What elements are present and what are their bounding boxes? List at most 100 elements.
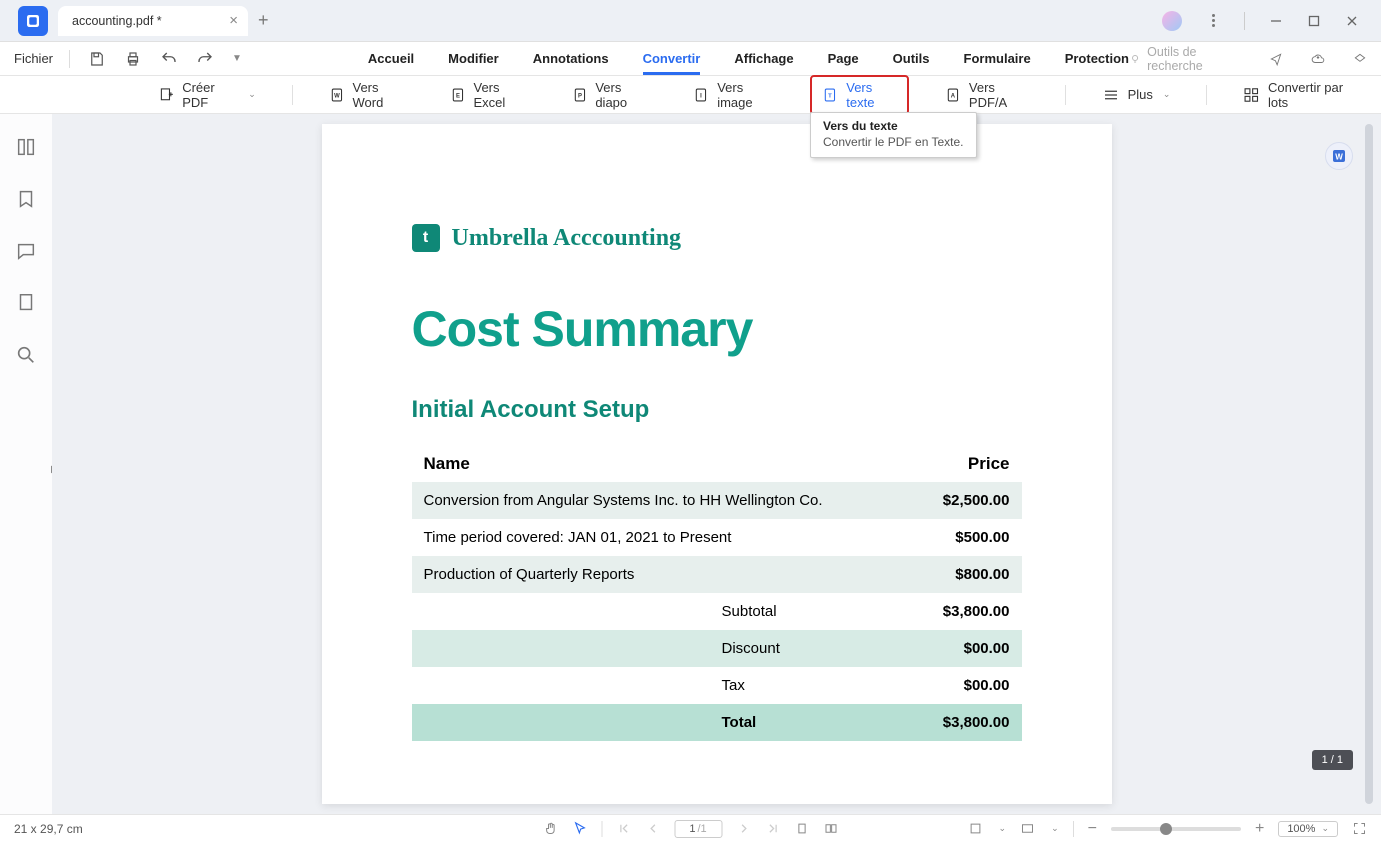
fit-caret-icon[interactable]: ⌄ <box>999 823 1007 834</box>
batch-icon <box>1243 86 1260 104</box>
svg-text:A: A <box>951 93 956 99</box>
menu-right: Outils de recherche <box>1129 45 1367 73</box>
more-button[interactable]: Plus⌄ <box>1094 82 1179 108</box>
doc-a-icon: A <box>945 86 961 104</box>
menu-annotations[interactable]: Annotations <box>533 51 609 66</box>
first-page-icon[interactable] <box>616 821 631 836</box>
new-tab-button[interactable]: + <box>258 10 269 31</box>
create-pdf-label: Créer PDF <box>182 80 238 110</box>
convert-vers-image[interactable]: IVers image <box>685 76 782 114</box>
next-page-icon[interactable] <box>736 821 751 836</box>
status-center: 1 /1 <box>543 820 838 838</box>
doc-subtitle: Initial Account Setup <box>412 396 1022 424</box>
menu-affichage[interactable]: Affichage <box>734 51 793 66</box>
fullscreen-icon[interactable] <box>1352 821 1367 836</box>
prev-page-icon[interactable] <box>645 821 660 836</box>
zoom-in-icon[interactable]: + <box>1255 820 1264 838</box>
document-canvas[interactable]: W t Umbrella Acccounting Cost Summary In… <box>52 114 1381 814</box>
search-tools[interactable]: Outils de recherche <box>1129 45 1241 73</box>
user-avatar[interactable] <box>1162 11 1182 31</box>
minimize-icon[interactable] <box>1269 14 1283 28</box>
thumbnails-icon[interactable] <box>15 136 37 158</box>
window-controls <box>1162 11 1381 31</box>
app-logo[interactable] <box>18 6 48 36</box>
svg-text:W: W <box>334 93 340 99</box>
read-mode-icon[interactable] <box>1020 821 1035 836</box>
convert-vers-diapo[interactable]: PVers diapo <box>564 76 658 114</box>
menu-outils[interactable]: Outils <box>893 51 930 66</box>
select-tool-icon[interactable] <box>572 821 587 836</box>
separator <box>1065 85 1066 105</box>
tooltip-body: Convertir le PDF en Texte. <box>823 135 964 149</box>
doc-t-icon: T <box>822 86 838 104</box>
fit-width-icon[interactable] <box>968 821 983 836</box>
share-icon[interactable] <box>1269 51 1283 67</box>
zoom-value[interactable]: 100%⌄ <box>1278 821 1338 837</box>
menu-accueil[interactable]: Accueil <box>368 51 414 66</box>
convert-vers-excel[interactable]: EVers Excel <box>442 76 536 114</box>
print-icon[interactable] <box>124 50 142 68</box>
search-icon[interactable] <box>15 344 37 366</box>
menu-modifier[interactable]: Modifier <box>448 51 499 66</box>
redo-icon[interactable] <box>196 50 214 68</box>
undo-icon[interactable] <box>160 50 178 68</box>
menu-protection[interactable]: Protection <box>1065 51 1129 66</box>
separator <box>1244 12 1245 30</box>
convert-vers-pdf/a[interactable]: AVers PDF/A <box>937 76 1037 114</box>
attachment-icon[interactable] <box>15 292 37 314</box>
create-pdf-icon <box>158 86 174 104</box>
close-tab-icon[interactable]: × <box>229 12 238 29</box>
qa-dropdown-icon[interactable]: ▼ <box>232 53 242 64</box>
svg-text:W: W <box>1335 152 1343 161</box>
document-page: t Umbrella Acccounting Cost Summary Init… <box>322 124 1112 804</box>
cloud-icon[interactable] <box>1311 51 1325 67</box>
brand-name: Umbrella Acccounting <box>452 225 682 252</box>
zoom-thumb[interactable] <box>1160 823 1172 835</box>
hand-tool-icon[interactable] <box>543 821 558 836</box>
convert-vers-texte[interactable]: TVers texte <box>810 75 909 115</box>
page-total: /1 <box>697 823 706 835</box>
save-icon[interactable] <box>88 50 106 68</box>
comment-icon[interactable] <box>15 240 37 262</box>
close-window-icon[interactable] <box>1345 14 1359 28</box>
left-rail <box>0 114 52 814</box>
more-icon <box>1102 86 1120 104</box>
document-tab[interactable]: accounting.pdf * × <box>58 6 248 36</box>
summary-row-tax: Tax$00.00 <box>412 667 1022 704</box>
bookmark-icon[interactable] <box>15 188 37 210</box>
maximize-icon[interactable] <box>1307 14 1321 28</box>
doc-p-icon: P <box>572 86 588 104</box>
summary-row-discount: Discount$00.00 <box>412 630 1022 667</box>
single-page-icon[interactable] <box>794 821 809 836</box>
menu-page[interactable]: Page <box>828 51 859 66</box>
status-right: ⌄ ⌄ − + 100%⌄ <box>968 820 1367 838</box>
two-page-icon[interactable] <box>823 821 838 836</box>
table-row: Time period covered: JAN 01, 2021 to Pre… <box>412 519 1022 556</box>
tab-label: accounting.pdf * <box>72 14 162 28</box>
table-row: Production of Quarterly Reports$800.00 <box>412 556 1022 593</box>
page-current: 1 <box>689 823 695 835</box>
page-badge: 1 / 1 <box>1312 750 1353 770</box>
batch-convert-button[interactable]: Convertir par lots <box>1235 76 1367 114</box>
convert-vers-word[interactable]: WVers Word <box>321 76 414 114</box>
create-pdf-button[interactable]: Créer PDF⌄ <box>150 76 264 114</box>
statusbar: 21 x 29,7 cm 1 /1 ⌄ ⌄ − + 100%⌄ <box>0 814 1381 842</box>
read-caret-icon[interactable]: ⌄ <box>1051 823 1059 834</box>
menu-convertir[interactable]: Convertir <box>643 51 701 75</box>
doc-i-icon: I <box>693 86 709 104</box>
file-menu[interactable]: Fichier <box>14 51 53 66</box>
word-float-button[interactable]: W <box>1325 142 1353 170</box>
last-page-icon[interactable] <box>765 821 780 836</box>
ribbon-toolbar: Créer PDF⌄ WVers Word EVers Excel PVers di… <box>0 76 1381 114</box>
kebab-menu-icon[interactable] <box>1206 14 1220 28</box>
menu-formulaire[interactable]: Formulaire <box>964 51 1031 66</box>
help-icon[interactable] <box>1353 51 1367 67</box>
scrollbar[interactable] <box>1365 124 1373 804</box>
zoom-slider[interactable] <box>1111 827 1241 831</box>
page-input[interactable]: 1 /1 <box>674 820 722 838</box>
summary-row-total: Total$3,800.00 <box>412 704 1022 741</box>
zoom-out-icon[interactable]: − <box>1088 820 1097 838</box>
svg-text:P: P <box>577 93 581 99</box>
batch-label: Convertir par lots <box>1268 80 1359 110</box>
search-tools-label: Outils de recherche <box>1147 45 1241 73</box>
